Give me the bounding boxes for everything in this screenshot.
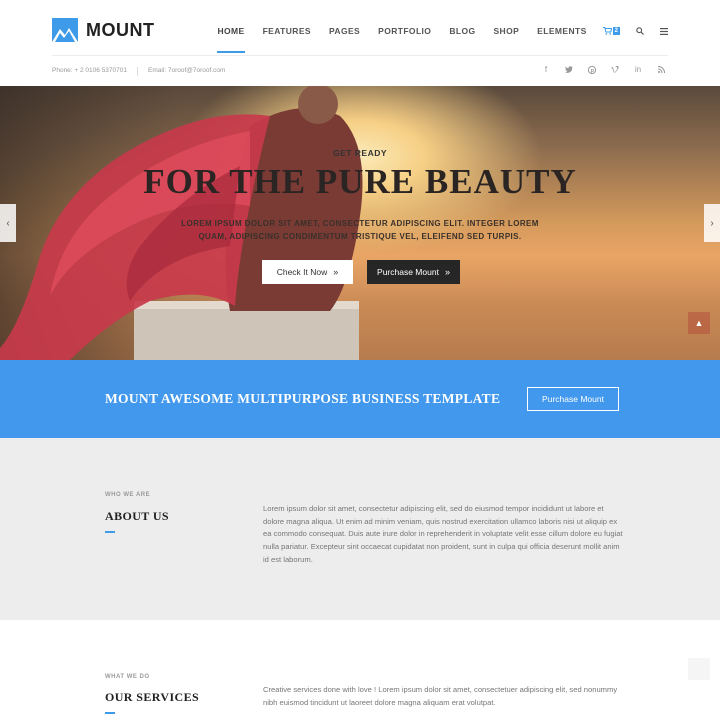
about-title: ABOUT US [105,509,169,523]
scroll-to-top-button[interactable]: ▲ [688,312,710,334]
services-title: OUR SERVICES [105,690,200,704]
social-links: f p in [530,64,668,76]
nav-shop[interactable]: SHOP [493,26,519,36]
site-header: MOUNT HOME FEATURES PAGES PORTFOLIO BLOG… [0,0,720,86]
nav-features[interactable]: FEATURES [263,26,311,36]
nav-blog[interactable]: BLOG [449,26,475,36]
services-section: WHAT WE DO OUR SERVICES Creative service… [0,620,720,720]
promo-banner: MOUNT AWESOME MULTIPURPOSE BUSINESS TEMP… [0,360,720,438]
nav-portfolio[interactable]: PORTFOLIO [378,26,431,36]
email-text[interactable]: Email: 7oroof@7oroof.com [148,67,225,76]
cart-count-badge: 2 [612,27,620,35]
pinterest-icon[interactable]: p [585,64,599,76]
logo-text: MOUNT [86,19,155,40]
search-button[interactable] [636,27,644,35]
about-section: WHO WE ARE ABOUT US Lorem ipsum dolor si… [0,438,720,620]
facebook-icon[interactable]: f [539,64,553,76]
chevron-right-icon: › [710,217,714,229]
site-logo[interactable]: MOUNT [52,18,155,42]
main-nav: HOME FEATURES PAGES PORTFOLIO BLOG SHOP … [199,26,668,53]
rss-icon[interactable] [654,64,668,76]
nav-pages[interactable]: PAGES [329,26,360,36]
chevron-left-icon: ‹ [6,217,10,229]
menu-button[interactable] [660,27,668,35]
about-title-underline [105,531,115,533]
nav-elements[interactable]: ELEMENTS [537,26,586,36]
services-kicker: WHAT WE DO [105,674,150,680]
services-body: Creative services done with love ! Lorem… [263,685,618,707]
hero-subtitle: LOREM IPSUM DOLOR SIT AMET, CONSECTETUR … [181,219,539,241]
hero-purchase-button[interactable]: Purchase Mount » [367,260,460,284]
services-title-underline [105,712,115,714]
mountain-logo-icon [52,18,78,42]
cart-icon [602,27,612,35]
about-kicker: WHO WE ARE [105,492,151,498]
linkedin-icon[interactable]: in [631,64,645,76]
nav-home[interactable]: HOME [217,26,245,53]
hero-purchase-label: Purchase Mount [377,267,439,277]
promo-text: MOUNT AWESOME MULTIPURPOSE BUSINESS TEMP… [105,391,501,406]
check-it-now-button[interactable]: Check It Now » [262,260,353,284]
about-body: Lorem ipsum dolor sit amet, consectetur … [263,504,623,564]
header-divider [52,55,668,56]
hero-title: FOR THE PURE BEAUTY [143,162,577,201]
slider-next-button[interactable]: › [704,204,720,242]
promo-purchase-button[interactable]: Purchase Mount [527,387,619,411]
twitter-icon[interactable] [562,64,576,76]
slider-prev-button[interactable]: ‹ [0,204,16,242]
floating-button[interactable] [688,658,710,680]
hero-slider: GET READY FOR THE PURE BEAUTY LOREM IPSU… [0,86,720,360]
menu-icon [660,27,668,35]
chevron-up-icon: ▲ [694,318,704,328]
contact-info: Phone: + 2 0106 5370701 Email: 7oroof@7o… [52,67,225,76]
double-chevron-right-icon: » [444,267,450,277]
vimeo-icon[interactable] [608,64,622,76]
check-it-now-label: Check It Now [276,267,328,277]
contact-separator [137,67,139,76]
hero-pretitle: GET READY [332,148,388,158]
phone-text: Phone: + 2 0106 5370701 [52,67,128,74]
cart-button[interactable]: 2 [602,27,620,35]
double-chevron-right-icon: » [333,267,339,277]
search-icon [636,27,644,35]
